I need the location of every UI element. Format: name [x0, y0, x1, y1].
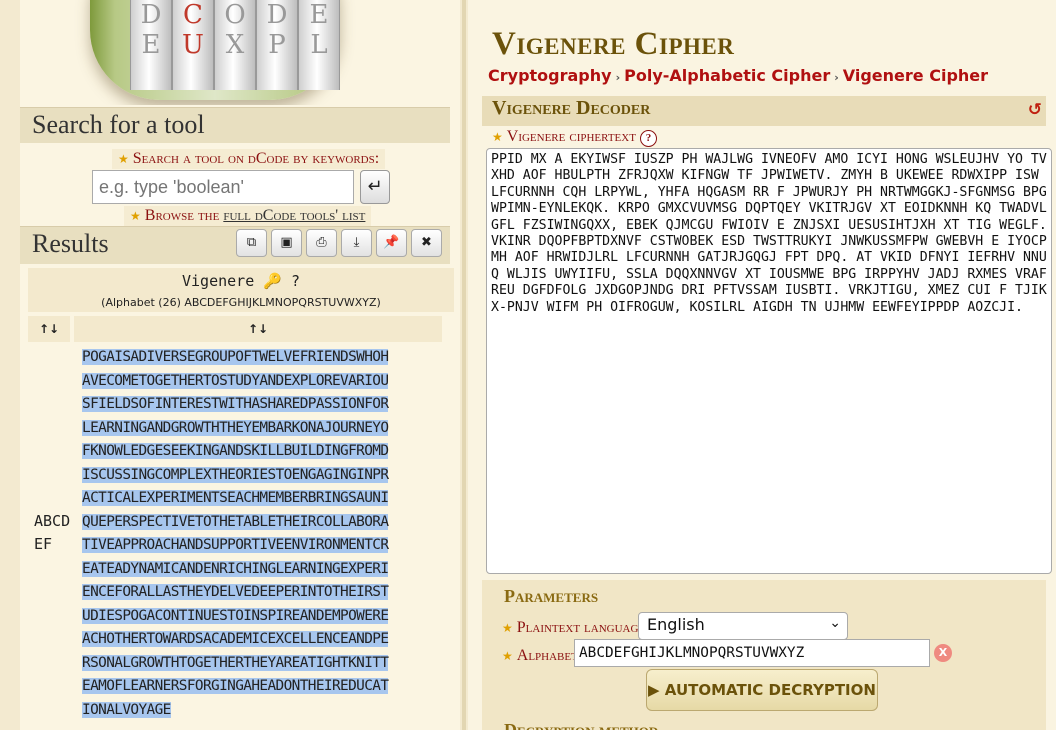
- browse-prefix: Browse the: [144, 207, 224, 224]
- star-icon: ★: [502, 621, 513, 635]
- plaintext-line: TIVEAPPROACHANDSUPPORTIVEENVIRONMENTCR: [82, 537, 389, 553]
- download-icon: ⤓: [353, 235, 360, 250]
- plaintext-line: AVECOMETOGETHERTOSTUDYANDEXPLOREVARIOU: [82, 372, 389, 389]
- breadcrumb-vigenere[interactable]: Vigenere Cipher: [843, 66, 988, 85]
- print-icon: ⎙: [316, 235, 327, 250]
- breadcrumb-separator: ›: [615, 71, 621, 84]
- search-label: ★ Search a tool on dCode by keywords:: [112, 149, 386, 169]
- download-button[interactable]: ⤓: [341, 229, 372, 257]
- screenshot-icon: ▣: [280, 235, 293, 250]
- copy-button[interactable]: ⧉: [236, 229, 267, 257]
- star-icon: ★: [502, 649, 513, 663]
- screenshot-button[interactable]: ▣: [271, 229, 302, 257]
- alphabet-input[interactable]: [574, 639, 930, 667]
- language-value: English: [647, 615, 705, 634]
- print-button[interactable]: ⎙: [306, 229, 337, 257]
- logo-ring-2: CU: [172, 0, 214, 90]
- breadcrumb: Cryptography › Poly-Alphabetic Cipher › Vige…: [488, 66, 988, 85]
- plaintext-line: IONALVOYAGE: [82, 701, 171, 718]
- plaintext-line: UDIESPOGACONTINUESTOINSPIREANDEMPOWERE: [82, 607, 389, 624]
- plaintext-line: EAMOFLEARNERSFORGINGAHEADONTHEIREDUCAT: [82, 678, 389, 694]
- page-title: Vigenere Cipher: [492, 26, 735, 62]
- close-icon: ✖: [421, 235, 432, 250]
- result-header: Vigenere 🔑 ? (Alphabet (26) ABCDEFGHIJKL…: [28, 268, 454, 312]
- search-label-text: Search a tool on dCode by keywords:: [132, 150, 380, 167]
- star-icon: ★: [118, 152, 129, 166]
- breadcrumb-poly-alphabetic[interactable]: Poly-Alphabetic Cipher: [624, 66, 830, 85]
- alphabet-label-text: Alphabet: [516, 647, 578, 664]
- left-sidebar: DE CU OX DP EL Search for a tool ★ Search…: [20, 0, 460, 730]
- search-submit-button[interactable]: ↵: [360, 170, 390, 204]
- language-label-text: Plaintext language: [516, 619, 646, 636]
- dcode-logo[interactable]: DE CU OX DP EL: [68, 0, 358, 105]
- pin-icon: 📌: [383, 235, 400, 250]
- refresh-icon[interactable]: ↺: [1028, 100, 1042, 120]
- clear-alphabet-icon[interactable]: X: [934, 644, 952, 662]
- parameters-title: Parameters: [504, 586, 599, 606]
- plaintext-line: RSONALGROWTHTOGETHERTHEYAREATIGHTKNITT: [82, 654, 389, 671]
- star-icon: ★: [492, 130, 503, 144]
- sort-key-column[interactable]: ↑↓: [28, 316, 70, 342]
- results-toolbar: ⧉ ▣ ⎙ ⤓ 📌 ✖: [236, 229, 442, 257]
- sort-text-column[interactable]: ↑↓: [74, 316, 442, 342]
- decryption-method-title: Decryption method: [504, 720, 659, 730]
- column-divider: [462, 0, 466, 730]
- plaintext-line: EATEADYNAMICANDENRICHINGLEARNINGEXPERI: [82, 560, 389, 577]
- result-table-header: ↑↓ ↑↓: [28, 316, 448, 342]
- logo-ring-4: DP: [256, 0, 298, 90]
- chevron-down-icon: ⌄: [829, 615, 841, 631]
- ciphertext-input[interactable]: PPID MX A EKYIWSF IUSZP PH WAJLWG IVNEOF…: [486, 148, 1052, 574]
- pin-button[interactable]: 📌: [376, 229, 407, 257]
- plaintext-line: ENCEFORALLASTHEYDELVEDEEPERINTOTHEIRST: [82, 584, 389, 600]
- parameters-panel: Parameters ★ Plaintext language English ⌄…: [482, 580, 1046, 730]
- close-results-button[interactable]: ✖: [411, 229, 442, 257]
- decoder-header: Vigenere Decoder ↺: [482, 96, 1046, 126]
- ciphertext-label: ★ Vigenere ciphertext?: [492, 128, 657, 147]
- language-select[interactable]: English ⌄: [638, 612, 848, 640]
- search-input[interactable]: [92, 170, 354, 204]
- help-icon[interactable]: ?: [639, 130, 657, 147]
- language-label: ★ Plaintext language: [496, 618, 651, 638]
- plaintext-line: SFIELDSOFINTERESTWITHASHAREDPASSIONFOR: [82, 396, 389, 412]
- logo-ring-3: OX: [214, 0, 256, 90]
- result-name: Vigenere 🔑 ?: [181, 272, 300, 290]
- plaintext-line: POGAISADIVERSEGROUPOFTWELVEFRIENDSWHOH: [82, 349, 389, 365]
- result-alphabet: (Alphabet (26) ABCDEFGHIJKLMNOPQRSTUVWXY…: [101, 296, 381, 309]
- ciphertext-label-text: Vigenere ciphertext: [506, 128, 636, 145]
- copy-icon: ⧉: [246, 235, 257, 250]
- decoder-title: Vigenere Decoder: [492, 97, 651, 119]
- plaintext-line: ACTICALEXPERIMENTSEACHMEMBERBRINGSAUNI: [82, 490, 389, 506]
- star-icon: ★: [130, 209, 141, 223]
- result-key-cell: ABCD EF: [34, 510, 78, 556]
- plaintext-line: FKNOWLEDGESEEKINGANDSKILLBUILDINGFROMD: [82, 443, 389, 459]
- key-line: EF: [34, 535, 53, 553]
- browse-tools-link[interactable]: full dCode tools' list: [223, 207, 365, 224]
- alphabet-label: ★ Alphabet: [496, 646, 584, 666]
- logo-ring-5: EL: [298, 0, 340, 90]
- plaintext-line: QUEPERSPECTIVETOTHETABLETHEIRCOLLABORA: [82, 513, 389, 530]
- key-line: ABCD: [34, 512, 71, 530]
- plaintext-line: ACHOTHERTOWARDSACADEMICEXCELLENCEANDPE: [82, 631, 389, 647]
- search-section-title: Search for a tool: [20, 107, 450, 143]
- result-plaintext-cell[interactable]: POGAISADIVERSEGROUPOFTWELVEFRIENDSWHOH A…: [82, 346, 454, 722]
- plaintext-line: ISCUSSINGCOMPLEXTHEORIESTOENGAGINGINPR: [82, 466, 389, 483]
- breadcrumb-separator: ›: [834, 71, 839, 84]
- browse-tools-line: ★ Browse the full dCode tools' list: [124, 206, 372, 226]
- enter-icon: ↵: [367, 176, 383, 197]
- automatic-decryption-button[interactable]: ▶ AUTOMATIC DECRYPTION: [646, 669, 878, 711]
- breadcrumb-cryptography[interactable]: Cryptography: [488, 66, 612, 85]
- main-content: Vigenere Cipher Cryptography › Poly-Alphab…: [468, 0, 1056, 730]
- logo-ring-1: DE: [130, 0, 172, 90]
- plaintext-line: LEARNINGANDGROWTHTHEYEMBARKONAJOURNEYO: [82, 419, 389, 436]
